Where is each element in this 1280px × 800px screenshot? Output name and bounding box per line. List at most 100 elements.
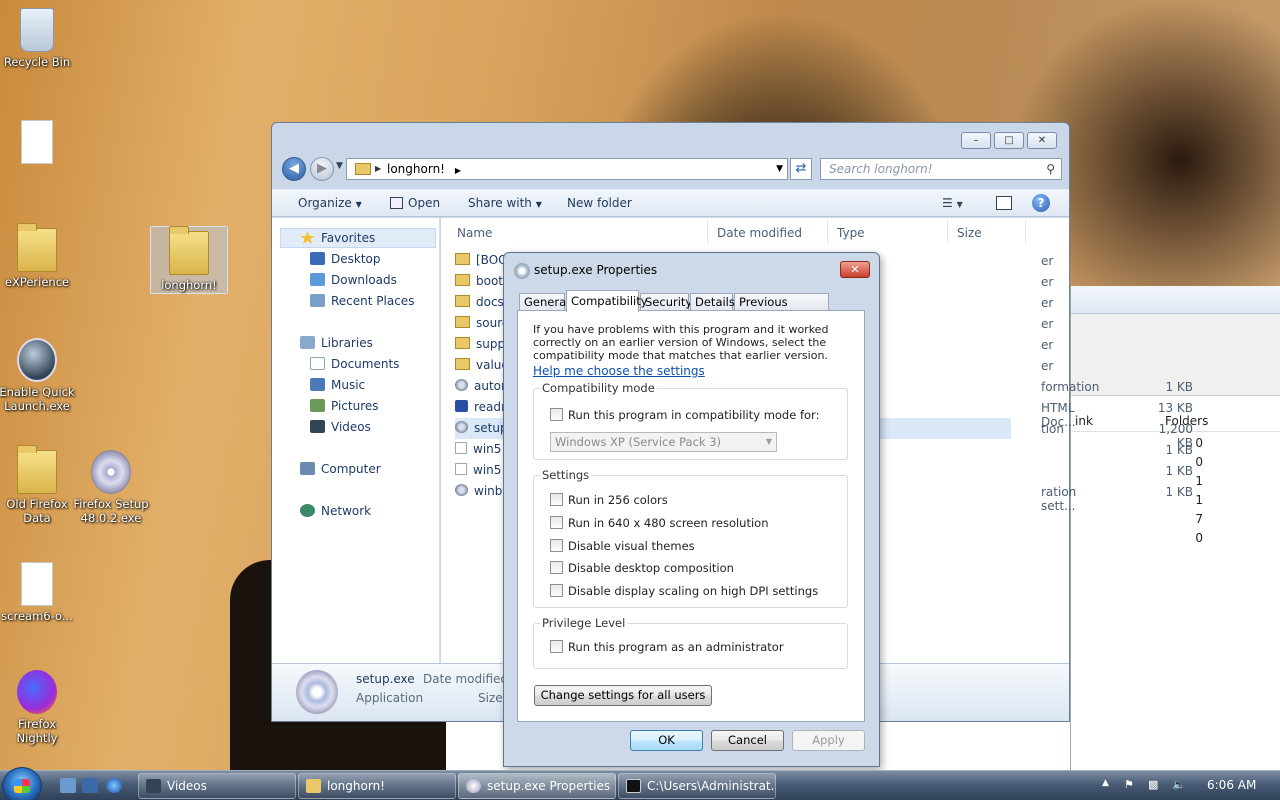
file-row[interactable]: value [455,355,509,376]
desktop-icon-firefox-nightly[interactable]: Firefox Nightly [0,670,76,745]
column-header-date[interactable]: Date modified [717,226,802,240]
run-256-colors-checkbox[interactable]: Run in 256 colors [550,493,668,507]
search-input[interactable]: Search longhorn! ⚲ [820,158,1062,180]
preview-pane-icon[interactable] [996,196,1012,210]
address-dropdown-icon[interactable]: ▼ [776,159,783,179]
file-row[interactable]: winb [455,481,502,502]
nav-item-downloads[interactable]: Downloads [310,273,397,287]
share-with-button[interactable]: Share with ▼ [468,196,542,210]
checkbox-box[interactable] [550,408,563,421]
desktop-icon-experience[interactable]: eXPerience [0,223,76,289]
checkbox-box[interactable] [550,493,563,506]
tab-general[interactable]: General [519,293,569,311]
file-type: ration sett... [1041,485,1077,513]
nav-item-desktop[interactable]: Desktop [310,252,381,266]
nav-item-pictures[interactable]: Pictures [310,399,379,413]
file-row[interactable]: supp [455,334,505,355]
run-as-admin-checkbox[interactable]: Run this program as an administrator [550,640,784,654]
ok-button[interactable]: OK [630,730,703,751]
minimize-button[interactable]: – [961,132,991,149]
clock[interactable]: 6:06 AM [1207,778,1256,792]
help-icon[interactable]: ? [1032,194,1050,212]
file-row[interactable]: win5 [455,460,501,481]
file-row[interactable]: win5 [455,439,501,460]
dialog-close-button[interactable]: ✕ [840,261,870,278]
history-dropdown-icon[interactable]: ▼ [336,161,343,171]
nav-item-documents[interactable]: Documents [310,357,399,371]
column-header-size[interactable]: Size [957,226,982,240]
file-row[interactable]: boot [455,271,503,292]
desktop-icon-label: Enable Quick Launch.exe [0,385,75,413]
network-icon[interactable]: ▩ [1148,778,1158,791]
start-button[interactable] [2,767,42,800]
address-bar[interactable]: ▶ longhorn! ▶ ▼ [346,158,788,180]
forward-button[interactable]: ▶ [310,157,334,181]
cancel-button[interactable]: Cancel [711,730,784,751]
checkbox-box[interactable] [550,584,563,597]
desktop-icon-enable-quick-launch[interactable]: Enable Quick Launch.exe [0,338,76,413]
properties-dialog[interactable]: setup.exe Properties ✕ General Compatibi… [503,252,880,767]
file-row[interactable]: sourc [455,313,508,334]
change-settings-all-users-button[interactable]: Change settings for all users [534,685,712,706]
new-folder-button[interactable]: New folder [567,196,632,210]
volume-muted-icon[interactable]: 🔈 [1172,778,1186,791]
disable-visual-themes-checkbox[interactable]: Disable visual themes [550,539,695,553]
run-640x480-checkbox[interactable]: Run in 640 x 480 screen resolution [550,516,769,530]
nav-computer[interactable]: Computer [300,462,381,476]
open-button[interactable]: Open [390,196,440,210]
desktop-icon-firefox-setup[interactable]: Firefox Setup 48.0.2.exe [72,450,150,525]
back-button[interactable]: ◀ [282,157,306,181]
nav-network[interactable]: Network [300,504,371,518]
view-options-icon[interactable]: ☰ ▼ [942,196,963,210]
compat-mode-checkbox[interactable]: Run this program in compatibility mode f… [550,408,819,422]
column-header-type[interactable]: Type [837,226,865,240]
breadcrumb[interactable]: longhorn! [387,162,445,176]
refresh-button[interactable]: ⇄ [790,158,812,180]
show-desktop-icon[interactable] [60,778,76,793]
task-longhorn[interactable]: longhorn! [298,773,456,799]
desktop-icon-scream[interactable]: scream6-o... [0,562,76,623]
file-row[interactable]: readr [455,397,506,418]
apply-button[interactable]: Apply [792,730,865,751]
tab-previous-versions[interactable]: Previous Versions [734,293,829,325]
maximize-button[interactable]: □ [994,132,1024,149]
file-name: docs [476,295,504,309]
file-row[interactable]: [BOO [455,250,508,271]
nav-item-recent-places[interactable]: Recent Places [310,294,414,308]
help-link[interactable]: Help me choose the settings [533,364,705,378]
task-setup-properties[interactable]: setup.exe Properties [458,773,616,799]
nav-favorites[interactable]: Favorites [300,231,375,245]
nav-item-videos[interactable]: Videos [310,420,371,434]
file-row[interactable]: autor [455,376,506,397]
internet-explorer-icon[interactable] [106,778,122,793]
desktop-icon-label: longhorn! [161,278,217,292]
desktop-icon-old-firefox-data[interactable]: Old Firefox Data [0,445,76,525]
switch-windows-icon[interactable] [82,778,98,793]
task-videos[interactable]: Videos [138,773,296,799]
column-header-link: ink [1075,414,1093,428]
desktop-icon-recycle-bin[interactable]: Recycle Bin [0,8,76,69]
search-icon[interactable]: ⚲ [1046,159,1055,179]
checkbox-box[interactable] [550,640,563,653]
checkbox-box[interactable] [550,516,563,529]
chevron-up-icon[interactable]: ▲ [1102,778,1109,788]
desktop-icon-document[interactable] [0,120,76,167]
file-row[interactable]: docs [455,292,504,313]
group-label: Compatibility mode [540,381,657,395]
flag-icon[interactable]: ⚑ [1124,778,1134,791]
close-button[interactable]: ✕ [1027,132,1057,149]
checkbox-box[interactable] [550,561,563,574]
organize-button[interactable]: Organize ▼ [298,196,362,210]
disable-dpi-scaling-checkbox[interactable]: Disable display scaling on high DPI sett… [550,584,818,598]
tab-details[interactable]: Details [690,293,735,311]
compat-mode-select[interactable]: Windows XP (Service Pack 3) ▼ [550,432,777,452]
disable-desktop-composition-checkbox[interactable]: Disable desktop composition [550,561,734,575]
task-command-prompt[interactable]: C:\Users\Administrat... [618,773,776,799]
checkbox-box[interactable] [550,539,563,552]
nav-libraries[interactable]: Libraries [300,336,373,350]
desktop-icon-longhorn[interactable]: longhorn! [150,226,228,294]
chevron-right-icon[interactable]: ▶ [455,166,461,175]
tab-compatibility[interactable]: Compatibility [566,290,648,312]
nav-item-music[interactable]: Music [310,378,365,392]
column-header-name[interactable]: Name [457,226,492,240]
